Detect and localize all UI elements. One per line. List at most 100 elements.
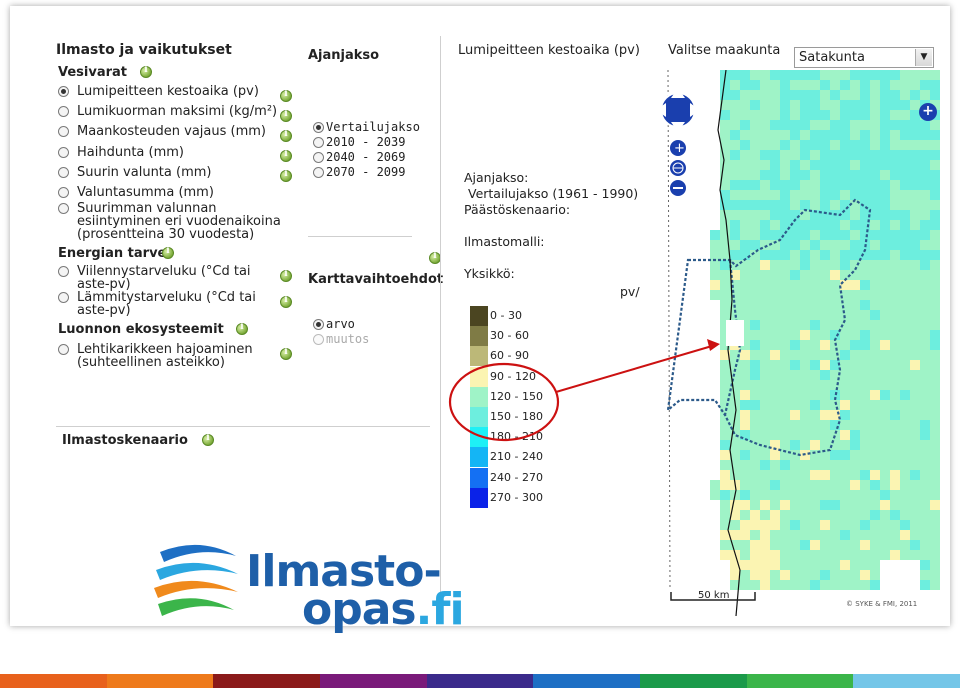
map-cell (770, 70, 780, 80)
info-icon[interactable] (280, 149, 292, 162)
option-label[interactable]: Suurimman valunnan esiintyminen eri vuod… (77, 202, 281, 241)
map-cell (890, 550, 900, 560)
radio-period-2040-2069[interactable] (313, 152, 324, 163)
period-option-label[interactable]: Vertailujakso (326, 120, 420, 135)
map-cell (720, 540, 730, 550)
map-option-label[interactable]: muutos (326, 332, 369, 347)
info-icon[interactable] (280, 347, 292, 360)
radio-valuntasumma[interactable] (58, 187, 69, 198)
info-icon[interactable] (140, 65, 152, 78)
info-icon[interactable] (280, 269, 292, 282)
map-cell (710, 240, 720, 250)
radio-maankosteuden-vajaus[interactable] (58, 126, 69, 137)
info-icon[interactable] (202, 433, 214, 446)
option-label[interactable]: Lumipeitteen kestoaika (pv) (77, 85, 259, 98)
map-cell (830, 160, 840, 170)
map-cell (850, 510, 860, 520)
map-option-label[interactable]: arvo (326, 317, 355, 332)
copyright: © SYKE & FMI, 2011 (846, 600, 917, 608)
option-label[interactable]: Valuntasumma (mm) (77, 186, 214, 199)
option-label[interactable]: Lämmitystarveluku (°Cd tai aste-pv) (77, 291, 256, 317)
info-icon[interactable] (280, 295, 292, 308)
map-navigation[interactable]: + (658, 78, 698, 198)
option-label[interactable]: Maankosteuden vajaus (mm) (77, 125, 266, 138)
map-cell (750, 410, 760, 420)
info-icon[interactable] (280, 129, 292, 142)
radio-suurimman-valunnan[interactable] (58, 203, 69, 214)
map-cell (750, 510, 760, 520)
map-cell (910, 490, 920, 500)
radio-lammitystarveluku[interactable] (58, 292, 69, 303)
map-cell (760, 360, 770, 370)
chevron-down-icon[interactable]: ▼ (915, 49, 932, 66)
map-cell (770, 270, 780, 280)
radio-lumipeitteen-kestoaika[interactable] (58, 86, 69, 97)
map-cell (820, 300, 830, 310)
radio-map-muutos[interactable] (313, 334, 324, 345)
map-cell (910, 260, 920, 270)
info-icon[interactable] (280, 89, 292, 102)
radio-period-vertailujakso[interactable] (313, 122, 324, 133)
map-cell (790, 300, 800, 310)
pan-control-icon[interactable] (660, 92, 696, 128)
map-cell (900, 110, 910, 120)
radio-haihdunta[interactable] (58, 147, 69, 158)
map-cell (930, 570, 940, 580)
map-cell (890, 370, 900, 380)
map-cell (870, 580, 880, 590)
option-label[interactable]: Haihdunta (mm) (77, 146, 184, 159)
map-cell (780, 420, 790, 430)
map-cell (840, 380, 850, 390)
layer-switcher-icon[interactable]: + (919, 103, 937, 121)
option-label[interactable]: Lehtikarikkeen hajoaminen (suhteellinen … (77, 343, 253, 369)
map-cell (920, 260, 930, 270)
map-cell (750, 100, 760, 110)
map-cell (800, 490, 810, 500)
map-cell (860, 390, 870, 400)
period-option-label[interactable]: 2070 - 2099 (326, 165, 405, 180)
section-heading-luonnon-ekosysteemit: Luonnon ekosysteemit (58, 322, 224, 337)
radio-map-arvo[interactable] (313, 319, 324, 330)
radio-suurin-valunta[interactable] (58, 167, 69, 178)
map-cell (870, 140, 880, 150)
option-label[interactable]: Lumikuorman maksimi (kg/m²) (77, 105, 277, 118)
map-cell (920, 290, 930, 300)
radio-period-2010-2039[interactable] (313, 137, 324, 148)
map-cell (910, 200, 920, 210)
radio-period-2070-2099[interactable] (313, 167, 324, 178)
map-cell (930, 280, 940, 290)
map-cell (850, 180, 860, 190)
map-cell (890, 240, 900, 250)
map-cell (820, 370, 830, 380)
map-cell (770, 350, 780, 360)
radio-viilennystarveluku[interactable] (58, 266, 69, 277)
map-cell (740, 240, 750, 250)
map-cell (840, 160, 850, 170)
map-cell (800, 390, 810, 400)
info-icon[interactable] (280, 169, 292, 182)
map-cell (880, 160, 890, 170)
map-cell (810, 130, 820, 140)
info-icon[interactable] (236, 322, 248, 335)
period-option-label[interactable]: 2040 - 2069 (326, 150, 405, 165)
map-cell (820, 150, 830, 160)
radio-lumikuorman-maksimi[interactable] (58, 106, 69, 117)
info-icon[interactable] (280, 109, 292, 122)
map-cell (770, 300, 780, 310)
map-cell (870, 410, 880, 420)
map-cell (860, 260, 870, 270)
map-cell (750, 140, 760, 150)
map-cell (850, 380, 860, 390)
map-cell (840, 480, 850, 490)
info-icon[interactable] (162, 246, 174, 259)
option-label[interactable]: Viilennystarveluku (°Cd tai aste-pv) (77, 265, 251, 291)
option-label[interactable]: Suurin valunta (mm) (77, 166, 211, 179)
map-cell (860, 270, 870, 280)
region-select[interactable]: Satakunta ▼ (794, 47, 934, 68)
map-cell (810, 310, 820, 320)
map-cell (870, 210, 880, 220)
map-cell (890, 480, 900, 490)
radio-lehtikarikkeen-hajoaminen[interactable] (58, 344, 69, 355)
period-option-label[interactable]: 2010 - 2039 (326, 135, 405, 150)
map-cell (780, 270, 790, 280)
